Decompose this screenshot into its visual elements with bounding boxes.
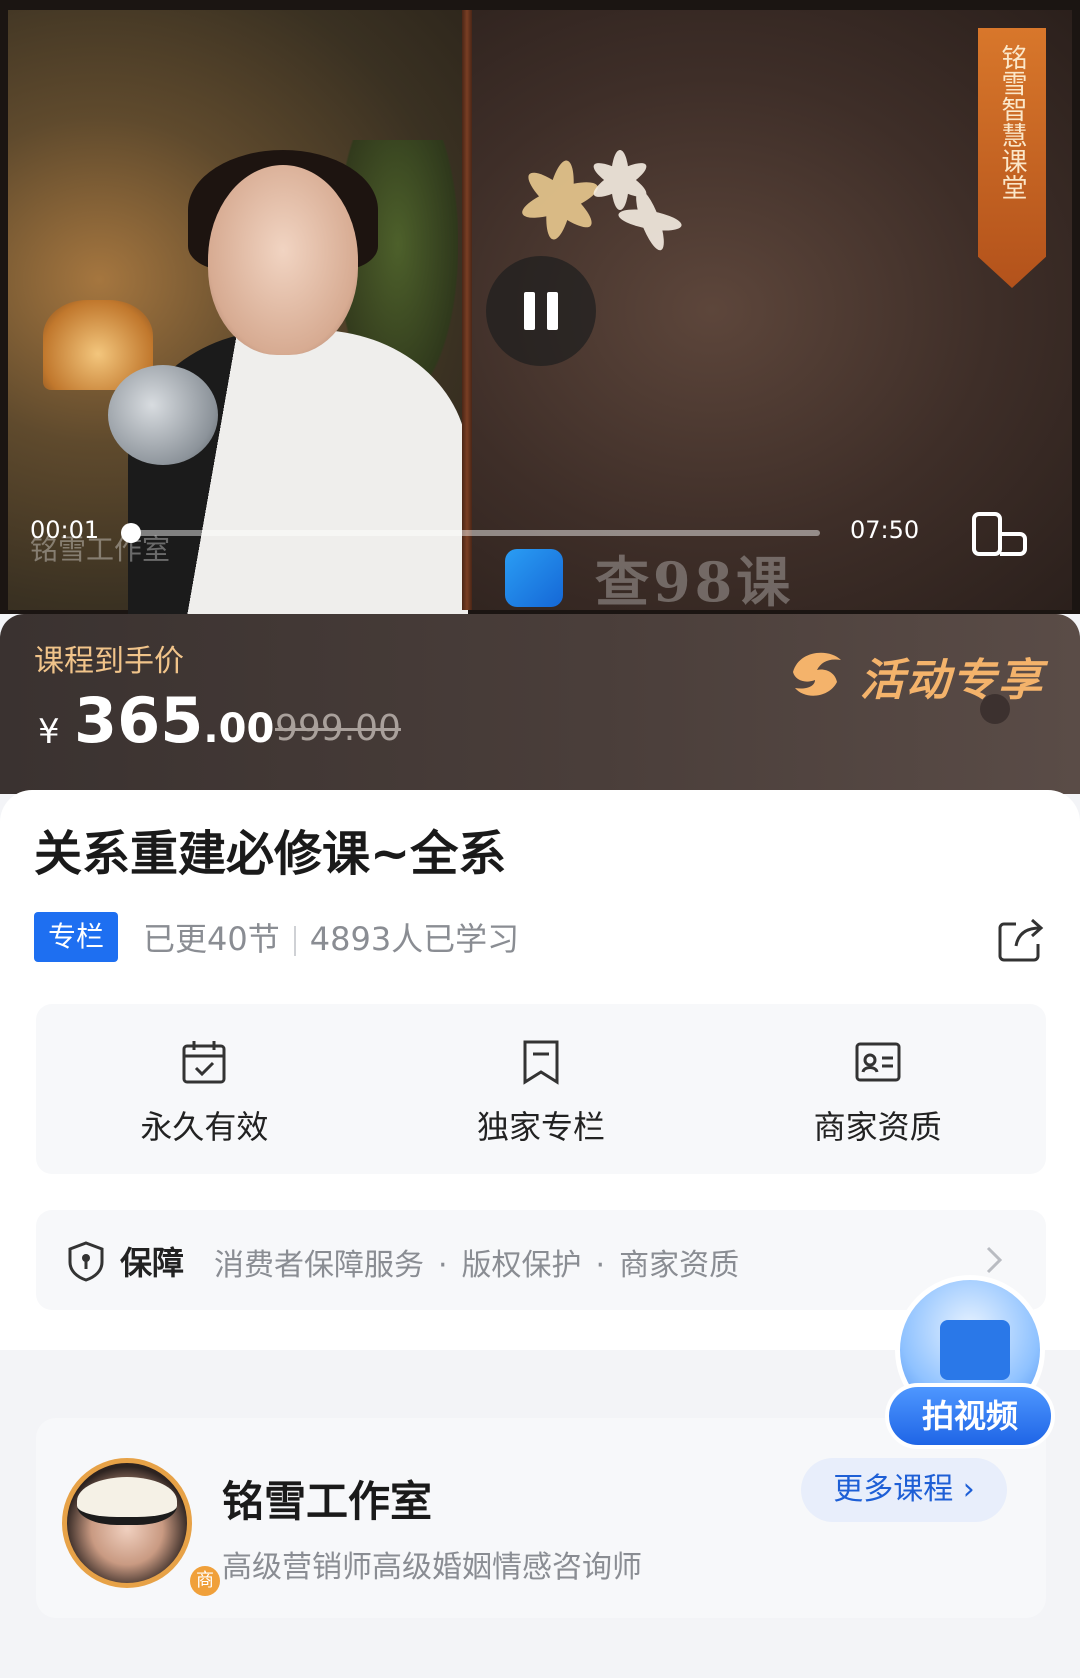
current-price: 365.00 [74,684,275,757]
course-meta: 已更40节 4893人已学习 [143,914,519,960]
feature-label: 商家资质 [813,1108,942,1146]
flower-decoration [522,150,682,251]
watermark-brand: 查98课 [595,550,795,614]
shoot-video-label: 拍视频 [885,1383,1055,1449]
banner-text: 铭雪智慧课堂 [997,44,1027,200]
price-label: 课程到手价 [34,644,184,679]
presenter-face [208,165,358,355]
updated-count: 已更40节 [143,920,280,958]
meta-divider [293,926,296,956]
video-player[interactable]: 铭雪智慧课堂 铭雪工作室 00:01 07:50 查98课 [0,0,1080,614]
shoot-video-button[interactable]: 拍视频 [885,1275,1055,1451]
course-title: 关系重建必修课~全系 [34,826,507,882]
feature-label: 永久有效 [140,1108,269,1146]
avatar-hat [77,1477,177,1525]
avatar[interactable] [62,1458,192,1588]
microphone-image [108,365,218,465]
column-tag: 专栏 [34,912,118,962]
feature-qualification[interactable]: 商家资质 [709,1004,1046,1174]
guarantee-label: 保障 [120,1244,185,1282]
feature-permanent[interactable]: 永久有效 [36,1004,373,1174]
feature-exclusive[interactable]: 独家专栏 [373,1004,710,1174]
calendar-check-icon [182,1041,226,1084]
merchant-badge: 商 [190,1566,220,1596]
guarantee-items: 消费者保障服务 · 版权保护 · 商家资质 [214,1248,740,1283]
shield-icon [68,1241,104,1282]
watermark-logo-icon [505,549,563,607]
original-price: 999.00 [275,708,401,749]
pause-button[interactable] [486,256,596,366]
feature-label: 独家专栏 [477,1108,606,1146]
pause-icon [524,292,535,330]
activity-label: 活动专享 [860,655,1044,706]
bookmark-icon [523,1040,559,1085]
current-time: 00:01 [30,516,100,544]
author-description: 高级营销师高级婚姻情感咨询师 [222,1550,642,1585]
total-time: 07:50 [850,516,920,544]
progress-bar[interactable] [121,523,820,543]
feature-grid: 永久有效 独家专栏 商家资质 [36,1004,1046,1174]
course-info-card: 关系重建必修课~全系 专栏 已更40节 4893人已学习 永久有效 独家专栏 商… [0,790,1080,1350]
learner-count: 4893人已学习 [309,920,520,958]
currency-symbol: ¥ [38,712,60,752]
id-card-icon [855,1042,901,1082]
activity-bird-icon [793,652,841,696]
author-name: 铭雪工作室 [222,1477,433,1526]
chevron-right-icon [986,1246,1002,1274]
rotate-screen-icon[interactable] [970,510,1030,558]
folder-icon [940,1320,1010,1380]
price-bar: 课程到手价 ¥ 365.00 999.00 活动专享 [0,614,1080,794]
brand-banner: 铭雪智慧课堂 [978,28,1046,288]
decoration-dot [980,694,1010,724]
chevron-right-icon: › [962,1472,975,1507]
share-icon[interactable] [996,914,1046,964]
video-divider [462,10,472,610]
more-courses-button[interactable]: 更多课程 › [801,1458,1007,1522]
